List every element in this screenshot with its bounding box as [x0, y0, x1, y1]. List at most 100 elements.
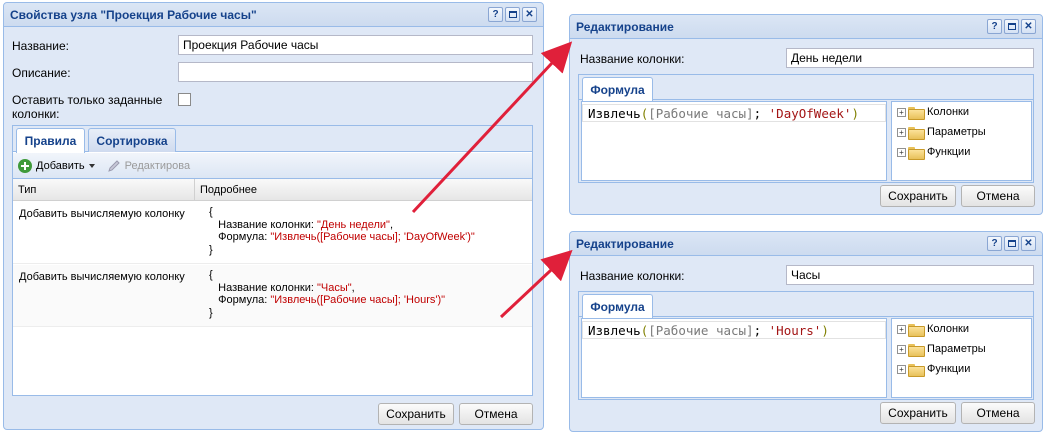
- tree-item-columns[interactable]: + Колонки: [897, 106, 969, 120]
- add-icon: [18, 158, 32, 173]
- edit-button-label: Редактирова: [124, 159, 191, 172]
- formula-key: Формула:: [218, 294, 271, 306]
- description-field[interactable]: [178, 62, 533, 82]
- add-button[interactable]: Добавить: [17, 158, 96, 174]
- formula-editor[interactable]: Извлечь([Рабочие часы]; 'DayOfWeek'): [581, 101, 887, 181]
- tab-strip: Правила Сортировка: [13, 126, 532, 153]
- column-header-type[interactable]: Тип: [13, 179, 195, 201]
- tab-sorting[interactable]: Сортировка: [88, 128, 176, 152]
- tab-formula[interactable]: Формула: [582, 77, 653, 102]
- keep-only-checkbox[interactable]: [178, 93, 191, 106]
- cancel-button[interactable]: Отмена: [459, 403, 533, 425]
- expand-icon[interactable]: +: [897, 107, 906, 117]
- formula-tabpanel: Формула Извлечь([Рабочие часы]; 'DayOfWe…: [578, 74, 1034, 183]
- formula-tree: + Колонки + Параметры + Функции: [891, 101, 1032, 181]
- column-name-field[interactable]: Часы: [786, 265, 1034, 285]
- row-type: Добавить вычисляемую колонку: [19, 271, 185, 283]
- name-value: "Часы": [317, 281, 352, 294]
- folder-icon: [908, 126, 925, 140]
- chevron-down-icon: [88, 163, 95, 168]
- column-name-label: Название колонки:: [580, 269, 685, 283]
- name-comma: ,: [389, 218, 393, 231]
- name-value: "День недели": [317, 218, 390, 231]
- tree-item-functions[interactable]: + Функции: [897, 146, 970, 160]
- tree-item-parameters[interactable]: + Параметры: [897, 343, 986, 357]
- name-field[interactable]: Проекция Рабочие часы: [178, 35, 533, 55]
- expand-icon[interactable]: +: [897, 147, 906, 157]
- table-row[interactable]: Добавить вычисляемую колонку { Название …: [13, 265, 532, 327]
- folder-icon: [908, 106, 925, 120]
- open-brace: {: [209, 206, 213, 218]
- help-icon[interactable]: ?: [488, 7, 503, 22]
- save-button[interactable]: Сохранить: [378, 403, 454, 425]
- edit-button[interactable]: Редактирова: [106, 158, 190, 174]
- window-title: Редактирование: [576, 236, 674, 251]
- formula-key: Формула:: [218, 231, 271, 243]
- pencil-icon: [107, 159, 120, 172]
- name-label: Название:: [12, 39, 69, 53]
- formula-editor[interactable]: Извлечь([Рабочие часы]; 'Hours'): [581, 318, 887, 398]
- formula-code: Извлечь([Рабочие часы]; 'Hours'): [588, 323, 829, 338]
- close-icon[interactable]: ✕: [1021, 19, 1036, 34]
- tree-item-parameters[interactable]: + Параметры: [897, 126, 986, 140]
- add-button-label: Добавить: [36, 159, 85, 172]
- formula-code: Извлечь([Рабочие часы]; 'DayOfWeek'): [588, 106, 859, 121]
- expand-icon[interactable]: +: [897, 344, 906, 354]
- table-row[interactable]: Добавить вычисляемую колонку { Название …: [13, 202, 532, 264]
- maximize-icon[interactable]: [1004, 19, 1019, 34]
- window-header[interactable]: Свойства узла "Проекция Рабочие часы" ? …: [4, 3, 543, 27]
- window-header[interactable]: Редактирование ? ✕: [570, 15, 1042, 39]
- close-brace: }: [209, 243, 213, 256]
- folder-icon: [908, 343, 925, 357]
- cancel-button[interactable]: Отмена: [961, 185, 1035, 207]
- window-header[interactable]: Редактирование ? ✕: [570, 232, 1042, 256]
- help-icon[interactable]: ?: [987, 236, 1002, 251]
- tree-item-columns[interactable]: + Колонки: [897, 323, 969, 337]
- description-label: Описание:: [12, 66, 71, 80]
- name-key: Название колонки:: [218, 281, 317, 294]
- maximize-icon[interactable]: [1004, 236, 1019, 251]
- column-header-details[interactable]: Подробнее: [195, 179, 533, 201]
- row-details: { Название колонки: "День недели", Форму…: [209, 206, 475, 256]
- tree-item-functions[interactable]: + Функции: [897, 363, 970, 377]
- close-brace: }: [209, 306, 213, 319]
- column-name-field[interactable]: День недели: [786, 48, 1034, 68]
- expand-icon[interactable]: +: [897, 364, 906, 374]
- node-properties-window: Свойства узла "Проекция Рабочие часы" ? …: [3, 2, 544, 430]
- name-comma: ,: [351, 281, 355, 294]
- cancel-button[interactable]: Отмена: [961, 402, 1035, 424]
- close-icon[interactable]: ✕: [522, 7, 537, 22]
- keep-only-label: Оставить только заданные колонки:: [12, 93, 162, 121]
- rules-toolbar: Добавить Редактирова: [13, 153, 532, 179]
- formula-value: "Извлечь([Рабочие часы]; 'DayOfWeek')": [270, 231, 475, 243]
- tab-formula[interactable]: Формула: [582, 294, 653, 319]
- row-details: { Название колонки: "Часы", Формула: "Из…: [209, 269, 445, 319]
- tab-rules[interactable]: Правила: [16, 128, 85, 153]
- row-type: Добавить вычисляемую колонку: [19, 208, 185, 220]
- window-title: Редактирование: [576, 19, 674, 34]
- help-icon[interactable]: ?: [987, 19, 1002, 34]
- tab-strip: Формула: [579, 292, 1033, 319]
- folder-icon: [908, 363, 925, 377]
- expand-icon[interactable]: +: [897, 127, 906, 137]
- column-name-label: Название колонки:: [580, 52, 685, 66]
- formula-value: "Извлечь([Рабочие часы]; 'Hours')": [270, 294, 446, 306]
- maximize-icon[interactable]: [505, 7, 520, 22]
- tab-strip: Формула: [579, 75, 1033, 102]
- grid-header: Тип Подробнее: [13, 179, 532, 201]
- close-icon[interactable]: ✕: [1021, 236, 1036, 251]
- save-button[interactable]: Сохранить: [880, 185, 956, 207]
- rules-tabpanel: Правила Сортировка Добавить Редактирова …: [12, 125, 533, 396]
- keep-only-label-line1: Оставить только заданные: [12, 93, 163, 107]
- edit-window-day-of-week: Редактирование ? ✕ Название колонки: Ден…: [569, 14, 1043, 215]
- edit-window-hours: Редактирование ? ✕ Название колонки: Час…: [569, 231, 1043, 432]
- save-button[interactable]: Сохранить: [880, 402, 956, 424]
- folder-icon: [908, 146, 925, 160]
- name-key: Название колонки:: [218, 218, 317, 231]
- open-brace: {: [209, 269, 213, 281]
- expand-icon[interactable]: +: [897, 324, 906, 334]
- formula-tree: + Колонки + Параметры + Функции: [891, 318, 1032, 398]
- folder-icon: [908, 323, 925, 337]
- keep-only-label-line2: колонки:: [12, 107, 60, 121]
- window-title: Свойства узла "Проекция Рабочие часы": [10, 7, 257, 22]
